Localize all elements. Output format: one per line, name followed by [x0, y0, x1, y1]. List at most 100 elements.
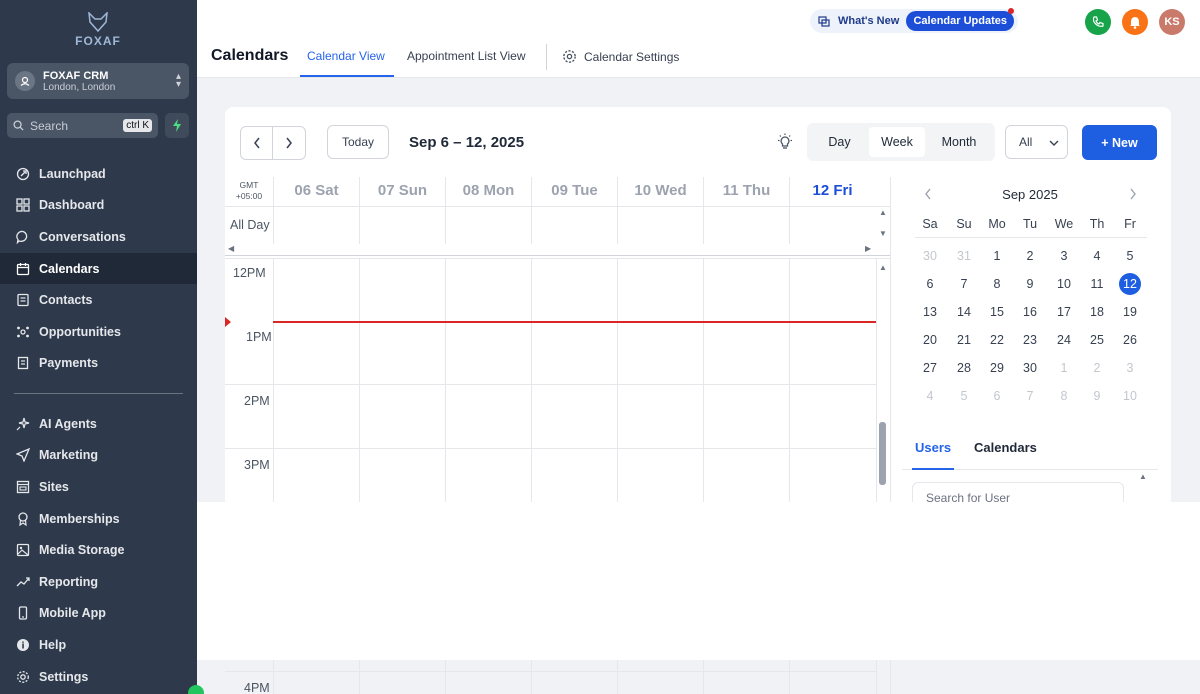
mini-calendar-day[interactable]: 13: [919, 301, 941, 323]
mini-calendar-day[interactable]: 17: [1053, 301, 1075, 323]
brand-logo[interactable]: FOXAF: [72, 12, 124, 48]
mini-next-month-button[interactable]: [1129, 187, 1137, 203]
sidebar-item-payments[interactable]: Payments: [0, 348, 197, 380]
tab-calendars[interactable]: Calendars: [974, 440, 1037, 455]
mini-calendar-day[interactable]: 24: [1053, 329, 1075, 351]
fox-logo-icon: [88, 12, 108, 32]
mini-calendar-day[interactable]: 25: [1086, 329, 1108, 351]
account-switcher[interactable]: FOXAF CRM London, London ▴ ▾: [7, 63, 189, 99]
mini-calendar-day[interactable]: 6: [986, 385, 1008, 407]
mini-calendar-day[interactable]: 10: [1119, 385, 1141, 407]
mini-calendar-day[interactable]: 26: [1119, 329, 1141, 351]
all-day-row[interactable]: All Day: [225, 207, 891, 244]
mini-calendar-day[interactable]: 12: [1119, 273, 1141, 295]
mini-calendar-day[interactable]: 19: [1119, 301, 1141, 323]
mini-calendar-day[interactable]: 20: [919, 329, 941, 351]
today-button[interactable]: Today: [327, 125, 389, 159]
sidebar-item-help[interactable]: i Help: [0, 629, 197, 661]
mini-calendar-day[interactable]: 27: [919, 357, 941, 379]
sidebar-item-media-storage[interactable]: Media Storage: [0, 534, 197, 566]
sidebar-item-ai-agents[interactable]: AI Agents: [0, 408, 197, 440]
tab-calendar-view[interactable]: Calendar View: [307, 49, 385, 63]
mini-calendar-day[interactable]: 9: [1086, 385, 1108, 407]
tab-users[interactable]: Users: [915, 440, 951, 455]
day-header-fri-today[interactable]: 12 Fri: [790, 182, 875, 199]
filter-select[interactable]: All: [1005, 125, 1068, 159]
mini-calendar-day[interactable]: 29: [986, 357, 1008, 379]
theme-toggle-button[interactable]: [776, 133, 794, 156]
grid-icon: [14, 196, 32, 214]
sidebar-item-reporting[interactable]: Reporting: [0, 566, 197, 598]
sidebar-item-conversations[interactable]: Conversations: [0, 221, 197, 253]
user-avatar[interactable]: KS: [1159, 9, 1185, 35]
day-header-sun[interactable]: 07 Sun: [360, 182, 445, 199]
sidebar-item-memberships[interactable]: Memberships: [0, 503, 197, 535]
sidebar-item-calendars[interactable]: Calendars: [0, 252, 197, 285]
mini-calendar-day[interactable]: 4: [1086, 245, 1108, 267]
mini-calendar-day[interactable]: 9: [1019, 273, 1041, 295]
next-week-button[interactable]: [273, 127, 305, 159]
mini-calendar-day[interactable]: 23: [1019, 329, 1041, 351]
new-appointment-button[interactable]: + New: [1082, 125, 1157, 160]
mini-calendar-day[interactable]: 28: [953, 357, 975, 379]
mini-calendar-day[interactable]: 2: [1019, 245, 1041, 267]
day-header-mon[interactable]: 08 Mon: [446, 182, 531, 199]
quick-action-button[interactable]: [165, 113, 189, 138]
mini-calendar-day[interactable]: 21: [953, 329, 975, 351]
mini-calendar-day[interactable]: 7: [1019, 385, 1041, 407]
mini-calendar-day[interactable]: 8: [986, 273, 1008, 295]
tab-appointment-list-view[interactable]: Appointment List View: [407, 49, 526, 63]
view-month-button[interactable]: Month: [927, 127, 991, 157]
mini-calendar-day[interactable]: 1: [986, 245, 1008, 267]
sidebar-item-launchpad[interactable]: Launchpad: [0, 158, 197, 190]
mini-calendar-day[interactable]: 14: [953, 301, 975, 323]
scroll-left-icon[interactable]: ◀: [228, 244, 234, 253]
allday-scroll-up-icon[interactable]: ▲: [879, 208, 887, 217]
sidebar-item-contacts[interactable]: Contacts: [0, 284, 197, 316]
mini-calendar-day[interactable]: 5: [1119, 245, 1141, 267]
notifications-button[interactable]: [1122, 9, 1148, 35]
mini-calendar-day[interactable]: 11: [1086, 273, 1108, 295]
mini-calendar-day[interactable]: 10: [1053, 273, 1075, 295]
day-header-sat[interactable]: 06 Sat: [274, 182, 359, 199]
day-header-wed[interactable]: 10 Wed: [618, 182, 703, 199]
sidebar-item-sites[interactable]: Sites: [0, 471, 197, 503]
mini-calendar-day[interactable]: 18: [1086, 301, 1108, 323]
mini-calendar-day[interactable]: 3: [1053, 245, 1075, 267]
sidebar-item-mobile-app[interactable]: Mobile App: [0, 598, 197, 630]
sidebar-item-label: Sites: [39, 479, 69, 494]
mini-calendar-day[interactable]: 1: [1053, 357, 1075, 379]
mini-calendar-day[interactable]: 4: [919, 385, 941, 407]
mini-calendar-day[interactable]: 5: [953, 385, 975, 407]
sidebar-item-dashboard[interactable]: Dashboard: [0, 190, 197, 222]
scroll-right-icon[interactable]: ▶: [865, 244, 871, 253]
mini-calendar-day[interactable]: 6: [919, 273, 941, 295]
sidebar-item-opportunities[interactable]: Opportunities: [0, 316, 197, 348]
panel-scroll-up-icon[interactable]: ▲: [1139, 472, 1147, 481]
sidebar-item-marketing[interactable]: Marketing: [0, 440, 197, 472]
view-day-button[interactable]: Day: [811, 127, 868, 157]
mini-calendar-day[interactable]: 30: [919, 245, 941, 267]
grid-scrollbar[interactable]: [879, 422, 886, 485]
sidebar-search[interactable]: Search ctrl K: [7, 113, 158, 138]
mini-calendar-day[interactable]: 15: [986, 301, 1008, 323]
mini-calendar-day[interactable]: 31: [953, 245, 975, 267]
mini-calendar-day[interactable]: 22: [986, 329, 1008, 351]
mini-calendar-day[interactable]: 7: [953, 273, 975, 295]
phone-button[interactable]: [1085, 9, 1111, 35]
mini-calendar-day[interactable]: 16: [1019, 301, 1041, 323]
mini-calendar-day[interactable]: 2: [1086, 357, 1108, 379]
mini-calendar-day[interactable]: 8: [1053, 385, 1075, 407]
allday-scroll-down-icon[interactable]: ▼: [879, 229, 887, 238]
grid-scroll-up-icon[interactable]: ▲: [879, 263, 887, 272]
day-header-tue[interactable]: 09 Tue: [532, 182, 617, 199]
prev-week-button[interactable]: [241, 127, 274, 159]
whats-new-banner[interactable]: What's New Calendar Updates: [810, 8, 1018, 33]
tab-calendar-settings[interactable]: Calendar Settings: [562, 49, 679, 64]
calendar-updates-pill[interactable]: Calendar Updates: [906, 8, 1014, 31]
mini-calendar-day[interactable]: 3: [1119, 357, 1141, 379]
day-header-thu[interactable]: 11 Thu: [704, 182, 789, 199]
sidebar-item-settings[interactable]: Settings: [0, 661, 197, 693]
mini-calendar-day[interactable]: 30: [1019, 357, 1041, 379]
view-week-button[interactable]: Week: [869, 127, 925, 157]
